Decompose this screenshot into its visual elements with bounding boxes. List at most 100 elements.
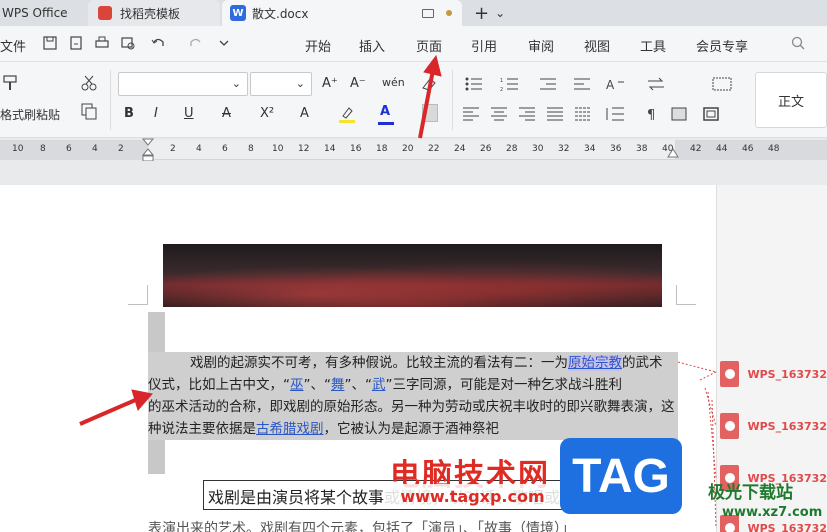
line-spacing-icon[interactable] [604, 106, 626, 122]
border-icon[interactable] [702, 106, 720, 122]
save-icon[interactable] [42, 35, 58, 51]
phonetic-guide-icon[interactable]: wén [382, 76, 405, 89]
clear-format-icon[interactable] [420, 76, 438, 92]
plus-icon: + [474, 2, 490, 24]
link-wu1[interactable]: 巫 [290, 377, 304, 393]
comment-item[interactable]: WPS_163732 [716, 412, 827, 440]
para-text: 戏剧的起源实不可考，有多种假说。比较主流的看法有二：一为 [190, 355, 568, 371]
print-preview-icon[interactable] [120, 35, 136, 51]
svg-text:2: 2 [500, 87, 503, 92]
export-icon[interactable] [68, 35, 84, 51]
align-center-icon[interactable] [490, 106, 508, 122]
style-normal-card[interactable]: 正文 [755, 72, 827, 128]
menu-review[interactable]: 审阅 [528, 36, 554, 55]
more-chevron-icon[interactable] [216, 35, 232, 51]
comment-author: WPS_163732 [747, 419, 827, 433]
shading-icon[interactable] [670, 106, 688, 122]
strikethrough-icon[interactable]: A [222, 106, 231, 121]
align-left-icon[interactable] [462, 106, 480, 122]
indent-marker-icon[interactable] [141, 137, 155, 163]
italic-icon[interactable]: I [154, 106, 158, 121]
menu-file[interactable]: 文件 [0, 36, 26, 55]
tab-template-label: 找稻壳模板 [120, 6, 181, 21]
unsaved-dot-icon [446, 10, 453, 16]
font-color-bar [378, 122, 394, 125]
underline-icon[interactable]: U [184, 106, 194, 121]
table-border-icon[interactable] [712, 76, 732, 92]
bullet-list-icon[interactable] [464, 76, 486, 92]
font-size-dropdown[interactable]: ⌄ [250, 72, 312, 96]
justify-icon[interactable] [546, 106, 564, 122]
distributed-icon[interactable] [574, 106, 592, 122]
print-icon[interactable] [94, 35, 110, 51]
search-icon[interactable] [790, 35, 806, 51]
font-color-icon[interactable]: A [380, 104, 390, 119]
ruler-tick: 8 [40, 144, 46, 154]
menu-member[interactable]: 会员专享 [696, 36, 748, 55]
text-direction-icon[interactable] [646, 76, 668, 92]
increase-indent-icon[interactable] [572, 76, 594, 92]
highlight-icon[interactable] [338, 104, 356, 124]
format-painter-label[interactable]: 格式刷 [0, 106, 36, 123]
undo-icon[interactable] [150, 35, 166, 51]
chevron-down-icon: ⌄ [231, 77, 241, 90]
docer-logo-icon [98, 6, 112, 20]
menu-start[interactable]: 开始 [305, 36, 331, 55]
menu-page[interactable]: 页面 [416, 36, 442, 55]
right-indent-marker-icon[interactable] [667, 148, 679, 158]
paste-label[interactable]: 粘贴 [36, 106, 60, 123]
crop-mark [676, 285, 696, 305]
svg-text:¶: ¶ [647, 108, 655, 122]
site-url: www.xz7.com [722, 505, 823, 520]
ruler-tick: 26 [480, 144, 492, 154]
menu-insert[interactable]: 插入 [359, 36, 385, 55]
menu-view[interactable]: 视图 [584, 36, 610, 55]
body-text-bottom[interactable]: 表演出来的艺术。戏剧有四个元素，包括了「演员」、「故事（情境）」 [148, 518, 575, 532]
font-name-dropdown[interactable]: ⌄ [118, 72, 248, 96]
chinese-layout-icon[interactable]: A [606, 76, 632, 92]
link-greek-drama[interactable]: 古希腊戏剧 [256, 421, 324, 437]
format-painter-icon[interactable] [2, 74, 18, 92]
tab-document[interactable]: W 散文.docx [222, 0, 462, 26]
link-primitive-religion[interactable]: 原始宗教 [568, 355, 622, 371]
separator [452, 70, 453, 130]
ruler-tick: 2 [170, 144, 176, 154]
text-effect-icon[interactable]: A [300, 106, 309, 121]
numbered-list-icon[interactable]: 12 [500, 76, 522, 92]
menu-bar: 文件 开始 插入 页面 引用 审阅 视图 工具 会员专享 [0, 26, 827, 62]
ruler-tick: 38 [636, 144, 648, 154]
align-right-icon[interactable] [518, 106, 536, 122]
decrease-indent-icon[interactable] [538, 76, 560, 92]
decrease-font-icon[interactable]: A⁻ [350, 76, 366, 91]
ruler-tick: 32 [558, 144, 570, 154]
header-banner-image[interactable] [163, 244, 662, 307]
cut-icon[interactable] [80, 74, 98, 92]
char-shading-icon[interactable] [422, 104, 438, 122]
ruler-tick: 8 [248, 144, 254, 154]
body-paragraph[interactable]: 戏剧的起源实不可考，有多种假说。比较主流的看法有二：一为原始宗教的武术 仪式，比… [148, 352, 678, 440]
tab-template[interactable]: 找稻壳模板 [88, 0, 220, 26]
redo-icon[interactable] [188, 35, 204, 51]
increase-font-icon[interactable]: A⁺ [322, 76, 338, 91]
menu-tools[interactable]: 工具 [640, 36, 666, 55]
bold-icon[interactable]: B [124, 106, 134, 121]
ruler-tick: 42 [690, 144, 702, 154]
link-wu2[interactable]: 舞 [331, 377, 345, 393]
tab-document-label: 散文.docx [252, 6, 309, 21]
paragraph-mark-icon[interactable]: ¶ [644, 106, 662, 122]
tab-wps-office[interactable]: WPS Office [0, 0, 86, 26]
monitor-icon[interactable] [422, 8, 435, 18]
new-tab-button[interactable]: + ⌄ [468, 0, 508, 26]
para-line: 种说法主要依据是古希腊戏剧，它被认为是起源于酒神祭祀 [148, 418, 678, 440]
horizontal-ruler[interactable]: 10 8 6 4 2 2 4 6 8 10 12 14 16 18 20 22 … [0, 137, 827, 163]
superscript-icon[interactable]: X² [260, 106, 274, 121]
copy-icon[interactable] [80, 102, 98, 120]
link-wu3[interactable]: 武 [372, 377, 386, 393]
comment-item[interactable]: WPS_163732 [716, 360, 827, 388]
menu-reference[interactable]: 引用 [471, 36, 497, 55]
ruler-tick: 22 [428, 144, 440, 154]
ruler-tick: 6 [222, 144, 228, 154]
svg-text:A: A [606, 78, 615, 92]
word-doc-icon: W [230, 5, 246, 21]
para-line: 仪式，比如上古中文，“巫”、“舞”、“武”三字同源，可能是对一种乞求战斗胜利 [148, 374, 678, 396]
